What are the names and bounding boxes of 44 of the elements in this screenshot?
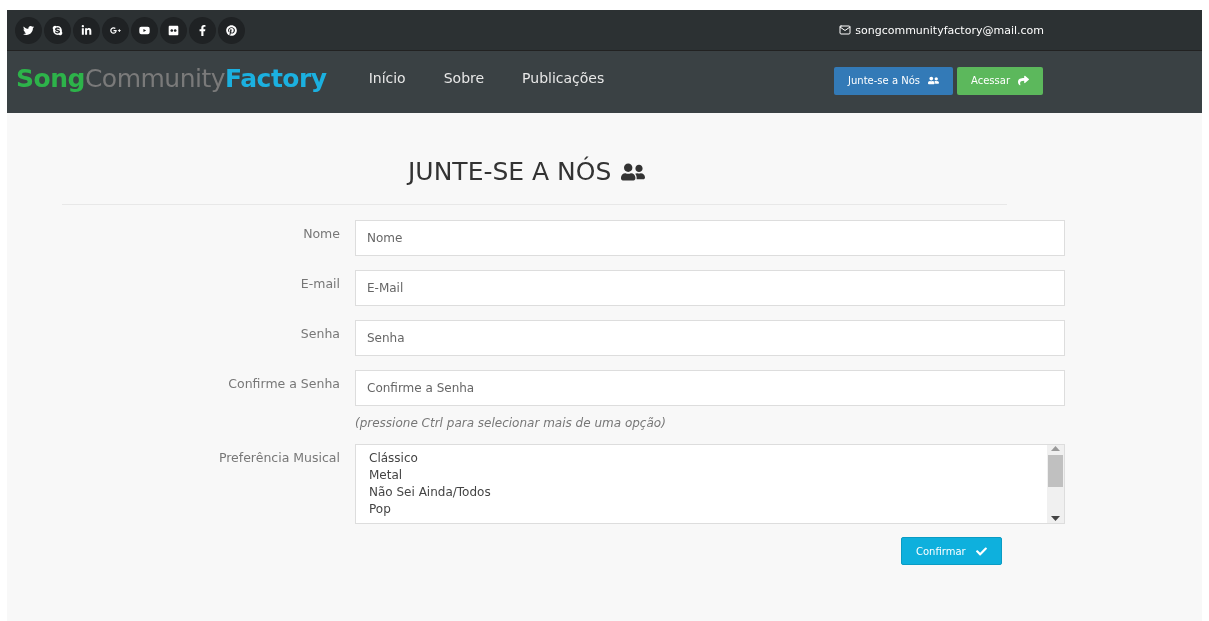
music-listbox[interactable]: Clássico Metal Não Sei Ainda/Todos Pop xyxy=(355,444,1065,524)
social-link[interactable] xyxy=(160,16,187,44)
social-link[interactable] xyxy=(131,16,158,44)
nav-link[interactable]: Sobre xyxy=(443,70,485,86)
social-link[interactable] xyxy=(218,16,245,44)
mail-icon xyxy=(839,24,852,36)
logo[interactable]: SongCommunityFactory xyxy=(16,63,327,93)
nav-link[interactable]: Publicações xyxy=(522,70,605,86)
page-title: JUNTE-SE A NÓS xyxy=(408,157,612,186)
field-label: Preferência Musical xyxy=(218,449,340,467)
linkedin-icon xyxy=(81,24,92,36)
google-plus-icon xyxy=(110,24,121,36)
hint-text: (pressione Ctrl para selecionar mais de uma opção) xyxy=(355,416,667,430)
social-link[interactable] xyxy=(44,16,71,44)
input-field[interactable]: Senha xyxy=(355,320,1065,356)
join-button[interactable]: Junte-se a Nós xyxy=(834,66,953,95)
pinterest-icon xyxy=(226,24,237,36)
facebook-icon xyxy=(197,24,208,36)
field-label: Nome xyxy=(303,225,340,243)
users-icon xyxy=(928,75,939,86)
input-field[interactable]: Confirme a Senha xyxy=(355,370,1065,406)
list-option[interactable]: Metal xyxy=(369,467,1034,484)
flickr-icon xyxy=(168,24,179,36)
social-link[interactable] xyxy=(15,16,42,44)
bird-icon xyxy=(23,24,34,36)
social-link[interactable] xyxy=(73,16,100,44)
field-label: Senha xyxy=(300,325,340,343)
share-arrow-icon xyxy=(1018,75,1029,86)
social-link[interactable] xyxy=(189,16,216,44)
list-option[interactable]: Não Sei Ainda/Todos xyxy=(369,484,1034,501)
input-field[interactable]: E-Mail xyxy=(355,270,1065,306)
scrollbar[interactable] xyxy=(1047,445,1064,523)
social-link[interactable] xyxy=(102,16,129,44)
list-option[interactable]: Clássico xyxy=(369,450,1034,467)
nav-link[interactable]: Início xyxy=(368,70,406,86)
field-label: E-mail xyxy=(300,275,340,293)
play-icon xyxy=(139,24,150,36)
input-field[interactable]: Nome xyxy=(355,220,1065,256)
scroll-down-icon[interactable] xyxy=(1051,513,1060,523)
list-option[interactable]: Pop xyxy=(369,501,1034,518)
skype-icon xyxy=(52,24,63,36)
field-label: Confirme a Senha xyxy=(228,375,340,393)
contact-email: songcommunityfactory@mail.com xyxy=(855,23,1044,37)
check-icon xyxy=(975,545,987,557)
